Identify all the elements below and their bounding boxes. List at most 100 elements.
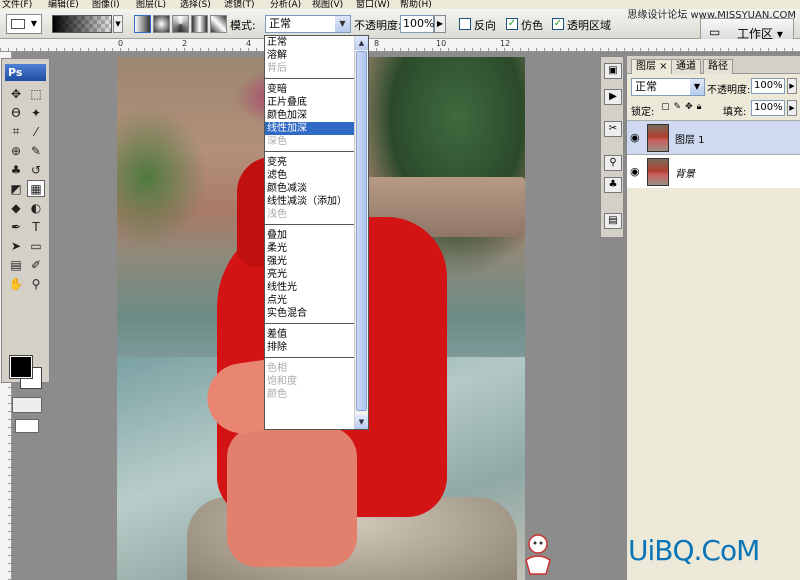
layer-opacity-slider-button[interactable]: ▶ [787,78,797,94]
layer-thumbnail [647,158,669,186]
tab-channels[interactable]: 通道 [671,59,701,74]
blend-mode-item[interactable]: 变亮 [265,156,368,169]
screen-mode-button[interactable] [15,419,39,433]
magic-wand-tool-icon[interactable]: ✦ [27,104,45,121]
lock-transparent-icon[interactable]: ▢ [661,102,670,112]
type-tool-icon[interactable]: T [27,218,45,235]
scroll-thumb[interactable] [356,51,367,411]
blend-mode-item[interactable]: 实色混合 [265,307,368,320]
tab-paths[interactable]: 路径 [703,59,733,74]
blend-mode-item[interactable]: 排除 [265,341,368,354]
blend-mode-item[interactable]: 柔光 [265,242,368,255]
blend-mode-item[interactable]: 正片叠底 [265,96,368,109]
reflected-gradient-icon[interactable] [191,15,208,33]
dodge-tool-icon[interactable]: ◐ [27,199,45,216]
notes-tool-icon[interactable]: ▤ [7,256,25,273]
crop-tool-icon[interactable]: ⌗ [7,123,25,140]
layer-row[interactable]: ◉ 背景 [627,154,800,188]
tool-preset-picker[interactable]: ▼ [6,14,42,34]
dither-checkbox[interactable]: ✓ [506,18,518,30]
blend-mode-list: 正常 溶解 背后 变暗 正片叠底 颜色加深 线性加深 深色 变亮 滤色 颜色减淡 线性减淡（添加） 浅色… [265,36,368,401]
layer-row[interactable]: ◉ 图层 1 [627,120,800,154]
move-tool-icon[interactable]: ✥ [7,85,25,102]
blend-mode-item: 深色 [267,136,287,147]
path-selection-tool-icon[interactable]: ➤ [7,237,25,254]
eye-icon[interactable]: ◉ [630,131,640,144]
scroll-down-icon[interactable]: ▼ [355,415,368,429]
blur-tool-icon[interactable]: ◆ [7,199,25,216]
blend-mode-item[interactable]: 亮光 [265,268,368,281]
tool-presets-icon[interactable]: ✂ [604,121,622,137]
gradient-dropdown-button[interactable]: ▼ [113,15,123,33]
menu-image[interactable]: 图像(I) [92,0,120,9]
blend-mode-item[interactable]: 线性加深 [265,122,368,135]
lock-all-icon[interactable]: 🔒︎ [697,102,702,112]
clone-stamp-tool-icon[interactable]: ♣ [7,161,25,178]
opacity-slider-button[interactable]: ▶ [434,15,446,33]
actions-icon[interactable]: ▶ [604,89,622,105]
menu-file[interactable]: 文件(F) [2,0,32,9]
menu-filter[interactable]: 滤镜(T) [224,0,255,9]
eyedropper-tool-icon[interactable]: ✐ [27,256,45,273]
dropdown-scrollbar[interactable]: ▲ ▼ [354,36,368,429]
healing-brush-tool-icon[interactable]: ⊕ [7,142,25,159]
brushes-icon[interactable]: ⚲ [604,155,622,171]
menu-analysis[interactable]: 分析(A) [270,0,301,9]
pen-tool-icon[interactable]: ✒ [7,218,25,235]
blend-mode-item[interactable]: 滤色 [265,169,368,182]
layer-opacity-input[interactable]: 100% [751,78,785,94]
menu-window[interactable]: 窗口(W) [356,0,390,9]
blend-mode-item[interactable]: 强光 [265,255,368,268]
tab-layers[interactable]: 图层 × [631,59,673,74]
blend-mode-item[interactable]: 点光 [265,294,368,307]
eraser-tool-icon[interactable]: ◩ [7,180,25,197]
brush-tool-icon[interactable]: ✎ [27,142,45,159]
history-brush-tool-icon[interactable]: ↺ [27,161,45,178]
reverse-checkbox[interactable] [459,18,471,30]
blend-mode-item[interactable]: 叠加 [265,229,368,242]
mode-select[interactable]: 正常 ▼ [265,15,351,33]
menu-edit[interactable]: 编辑(E) [48,0,79,9]
menu-layer[interactable]: 图层(L) [136,0,166,9]
shape-tool-icon[interactable]: ▭ [27,237,45,254]
quick-mask-button[interactable] [12,397,42,413]
opacity-input[interactable]: 100% [400,15,434,33]
menu-view[interactable]: 视图(V) [312,0,343,9]
fill-input[interactable]: 100% [751,100,785,116]
zoom-tool-icon[interactable]: ⚲ [27,275,45,292]
blend-mode-item[interactable]: 颜色减淡 [265,182,368,195]
lasso-tool-icon[interactable]: ϴ [7,104,25,121]
blend-mode-item[interactable]: 颜色加深 [265,109,368,122]
blend-mode-item[interactable]: 变暗 [265,83,368,96]
layer-blend-mode-select[interactable]: 正常 ▼ [631,78,705,96]
fill-label: 填充: [723,107,747,118]
blend-mode-item[interactable]: 差值 [265,328,368,341]
blend-mode-item[interactable]: 正常 [265,36,368,49]
menu-separator [265,354,368,362]
lock-image-icon[interactable]: ✎ [674,102,682,112]
marquee-tool-icon[interactable]: ⬚ [27,85,45,102]
gradient-tool-icon[interactable]: ▦ [27,180,45,197]
blend-mode-item[interactable]: 线性减淡（添加） [265,195,368,208]
navigator-icon[interactable]: ▣ [604,63,622,79]
notes-panel-icon[interactable]: ▤ [604,213,622,229]
diamond-gradient-icon[interactable] [210,15,227,33]
linear-gradient-icon[interactable] [134,15,151,33]
angle-gradient-icon[interactable] [172,15,189,33]
lock-position-icon[interactable]: ✥ [685,102,693,112]
menu-help[interactable]: 帮助(H) [400,0,432,9]
scroll-up-icon[interactable]: ▲ [355,36,368,50]
menu-select[interactable]: 选择(S) [180,0,211,9]
radial-gradient-icon[interactable] [153,15,170,33]
fill-slider-button[interactable]: ▶ [787,100,797,116]
hand-tool-icon[interactable]: ✋ [7,275,25,292]
gradient-swatch[interactable] [52,15,112,33]
ruler-mark: 0 [118,39,124,48]
clone-source-icon[interactable]: ♣ [604,177,622,193]
eye-icon[interactable]: ◉ [630,165,640,178]
transparency-checkbox[interactable]: ✓ [552,18,564,30]
blend-mode-item[interactable]: 线性光 [265,281,368,294]
blend-mode-item[interactable]: 溶解 [265,49,368,62]
slice-tool-icon[interactable]: ⁄ [27,123,45,140]
foreground-color-swatch[interactable] [9,355,33,379]
